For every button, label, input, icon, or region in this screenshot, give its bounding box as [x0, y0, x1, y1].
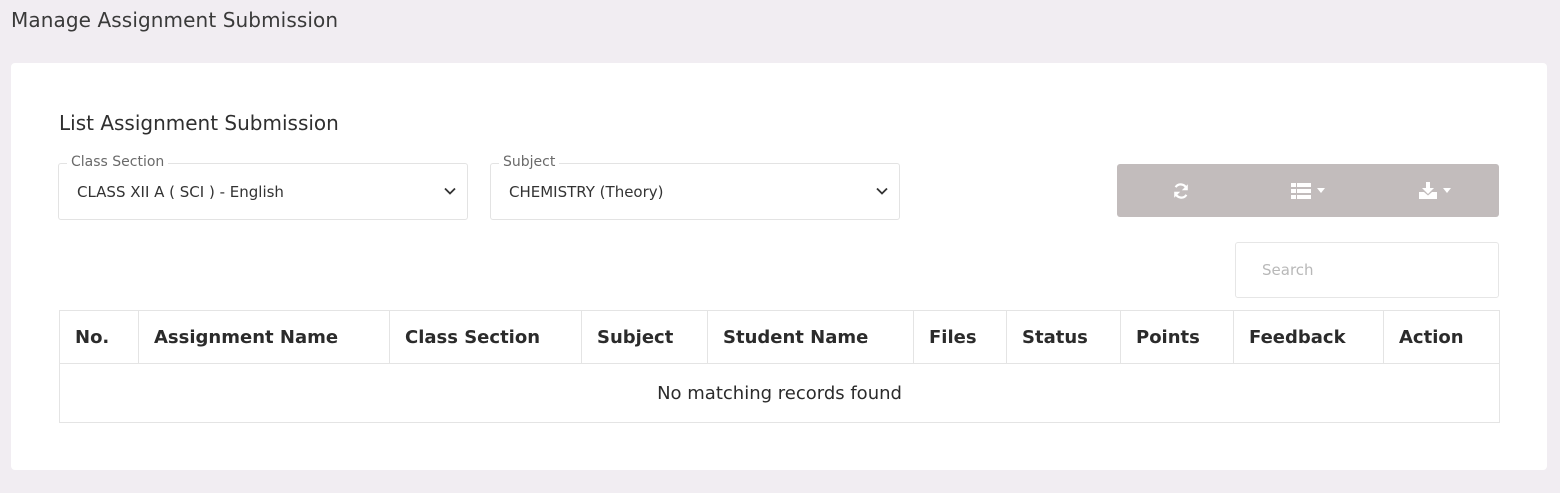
page-title: Manage Assignment Submission — [11, 8, 339, 32]
card-title: List Assignment Submission — [59, 111, 339, 135]
column-header-no[interactable]: No. — [59, 310, 139, 364]
search-input[interactable] — [1235, 242, 1499, 298]
columns-toggle-button[interactable] — [1244, 164, 1371, 217]
class-section-select[interactable]: Class Section CLASS XII A ( SCI ) - Engl… — [58, 154, 468, 220]
class-section-value: CLASS XII A ( SCI ) - English — [77, 183, 284, 201]
download-icon — [1419, 182, 1438, 199]
column-header-class-section[interactable]: Class Section — [389, 310, 582, 364]
export-button[interactable] — [1372, 164, 1499, 217]
empty-message: No matching records found — [59, 363, 1500, 423]
column-header-assignment-name[interactable]: Assignment Name — [138, 310, 390, 364]
assignment-submission-table: No. Assignment Name Class Section Subjec… — [59, 310, 1500, 423]
refresh-icon — [1173, 182, 1188, 199]
refresh-button[interactable] — [1117, 164, 1244, 217]
column-header-points[interactable]: Points — [1120, 310, 1234, 364]
column-header-feedback[interactable]: Feedback — [1233, 310, 1384, 364]
table-header-row: No. Assignment Name Class Section Subjec… — [59, 310, 1500, 364]
column-header-student-name[interactable]: Student Name — [707, 310, 914, 364]
table-toolbar — [1117, 164, 1499, 217]
class-section-label: Class Section — [67, 154, 169, 170]
chevron-down-icon — [444, 187, 456, 195]
column-header-subject[interactable]: Subject — [581, 310, 708, 364]
caret-down-icon — [1443, 188, 1452, 193]
column-header-status[interactable]: Status — [1006, 310, 1121, 364]
assignment-submission-card: List Assignment Submission Class Section… — [11, 63, 1547, 470]
columns-list-icon — [1290, 182, 1311, 199]
chevron-down-icon — [876, 187, 888, 195]
column-header-files[interactable]: Files — [913, 310, 1007, 364]
table-empty-row: No matching records found — [59, 363, 1500, 423]
caret-down-icon — [1316, 188, 1325, 193]
subject-select[interactable]: Subject CHEMISTRY (Theory) — [490, 154, 900, 220]
column-header-action[interactable]: Action — [1383, 310, 1500, 364]
subject-label: Subject — [499, 154, 560, 170]
subject-value: CHEMISTRY (Theory) — [509, 183, 664, 201]
